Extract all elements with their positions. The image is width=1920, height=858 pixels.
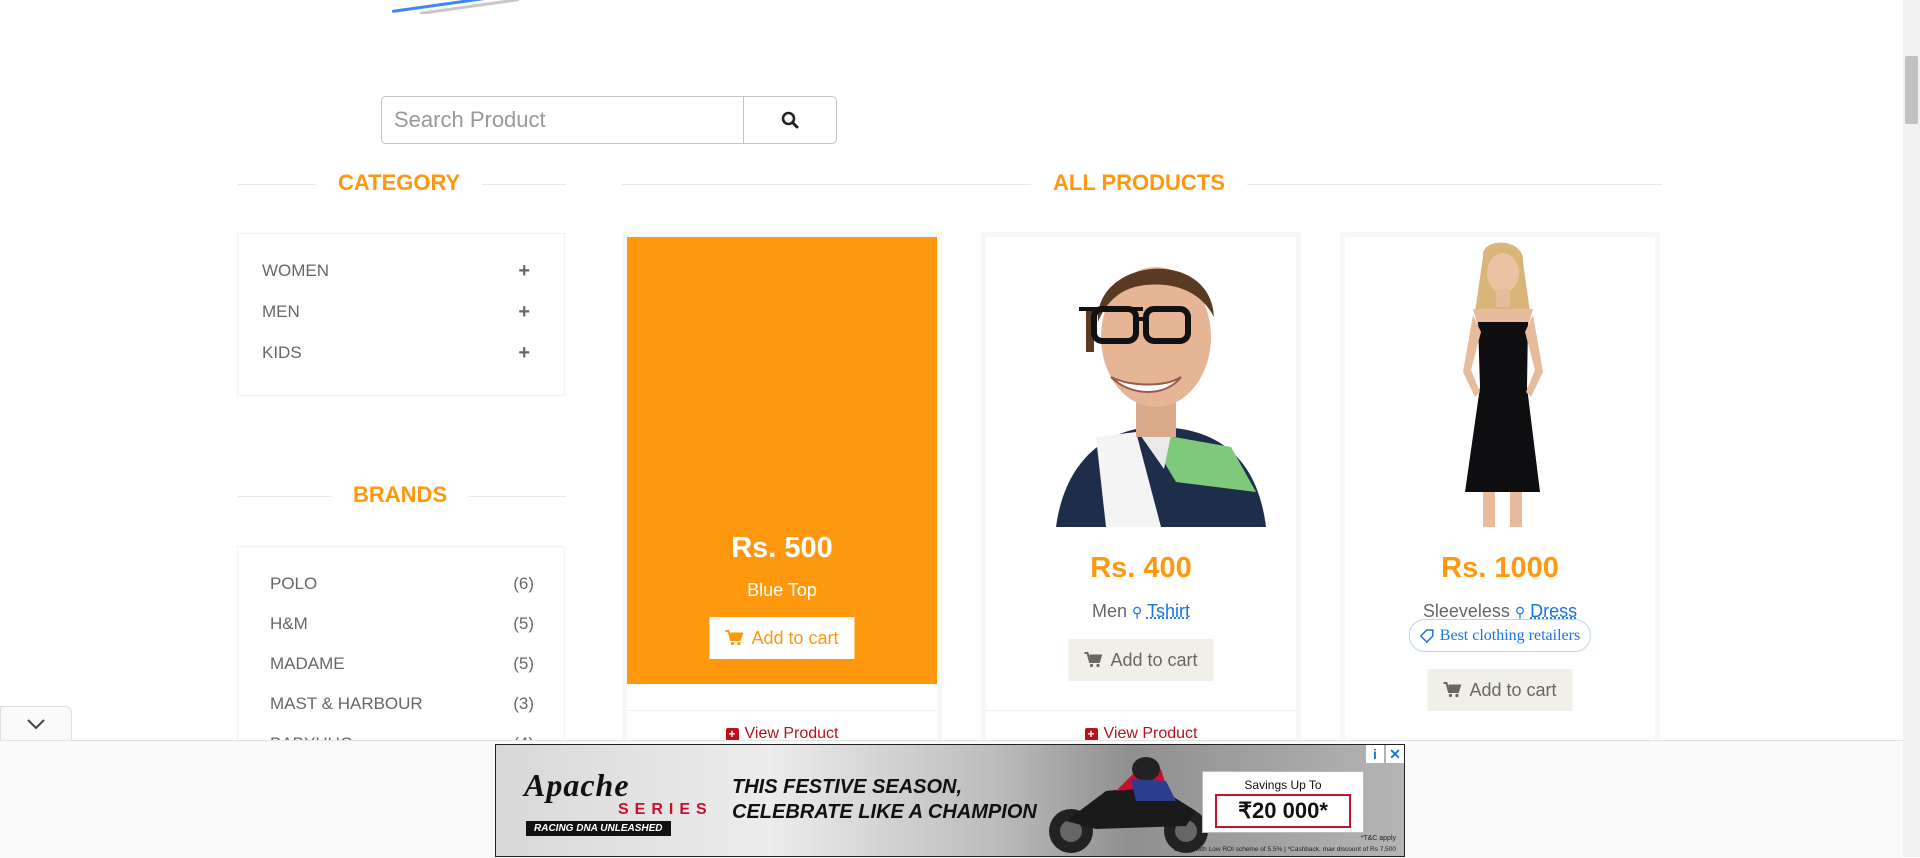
chevron-down-icon [26, 718, 46, 730]
category-item-kids[interactable]: KIDS + [262, 341, 530, 365]
products-title: ALL PRODUCTS [1031, 170, 1247, 196]
product-name-prefix: Sleeveless [1423, 601, 1510, 621]
category-item-women[interactable]: WOMEN + [262, 259, 530, 283]
ad-savings-box: Savings Up To ₹20 000* [1202, 771, 1364, 833]
ad-headline: THIS FESTIVE SEASON, CELEBRATE LIKE A CH… [732, 775, 1037, 825]
retailer-label: Best clothing retailers [1440, 627, 1580, 645]
product-price: Rs. 400 [986, 552, 1296, 585]
plus-square-icon: + [1085, 728, 1098, 741]
motorcycle-image [1036, 751, 1226, 855]
search-input[interactable]: Search Product [381, 96, 743, 144]
ad-tagline: RACING DNA UNLEASHED [526, 821, 671, 836]
product-card-blue-top: Rs. 500 Blue Top Add to cart + View Prod… [622, 232, 942, 752]
brand-name[interactable]: MADAME [270, 654, 345, 674]
category-panel: WOMEN + MEN + KIDS + [237, 233, 565, 396]
ad-headline-line-1: THIS FESTIVE SEASON, [732, 775, 1037, 800]
brand-item-hm[interactable]: H&M (5) [270, 612, 534, 636]
ad-brand: Apache [524, 767, 630, 804]
scrollbar-thumb[interactable] [1905, 56, 1918, 124]
ad-terms: *T&C apply [1361, 835, 1396, 842]
tag-icon [1420, 629, 1434, 643]
ad-series: SERIES [618, 801, 713, 819]
product-name: Blue Top [627, 580, 937, 601]
search-button[interactable] [743, 96, 837, 144]
product-price: Rs. 500 [627, 532, 937, 565]
product-image [986, 237, 1296, 527]
plus-square-icon: + [726, 728, 739, 741]
retailer-chip[interactable]: Best clothing retailers [1409, 619, 1591, 652]
plus-icon[interactable]: + [518, 301, 530, 324]
ad-collapse-toggle[interactable] [0, 706, 72, 741]
brand-count: (6) [513, 574, 534, 594]
ad-headline-line-2: CELEBRATE LIKE A CHAMPION [732, 800, 1037, 825]
ad-savings-value: ₹20 000* [1215, 794, 1351, 828]
brands-panel: POLO (6) H&M (5) MADAME (5) MAST & HARBO… [237, 546, 565, 746]
brand-item-madame[interactable]: MADAME (5) [270, 652, 534, 676]
product-card-sleeveless-dress: Rs. 1000 Sleeveless ⚲ Dress Best clothin… [1340, 232, 1660, 752]
category-label: WOMEN [262, 261, 329, 281]
magnifier-icon: ⚲ [1132, 604, 1142, 620]
add-to-cart-label: Add to cart [1110, 650, 1197, 671]
cart-icon [725, 630, 743, 646]
add-to-cart-button[interactable]: Add to cart [1068, 639, 1213, 681]
brand-count: (3) [513, 694, 534, 714]
product-price: Rs. 1000 [1345, 552, 1655, 585]
plus-icon[interactable]: + [518, 260, 530, 283]
search-icon [781, 111, 799, 129]
product-name-prefix: Men [1092, 601, 1127, 621]
brand-name[interactable]: H&M [270, 614, 308, 634]
plus-icon[interactable]: + [518, 342, 530, 365]
brand-name[interactable]: MAST & HARBOUR [270, 694, 423, 714]
product-card-men-tshirt: Rs. 400 Men ⚲ Tshirt Add to cart + View … [981, 232, 1301, 752]
add-to-cart-label: Add to cart [751, 628, 838, 649]
brands-title: BRANDS [331, 482, 469, 508]
magnifier-icon: ⚲ [1515, 604, 1525, 620]
cart-icon [1084, 652, 1102, 668]
ad-savings-label: Savings Up To [1203, 778, 1363, 792]
product-name: Men ⚲ Tshirt [986, 601, 1296, 622]
category-label: KIDS [262, 343, 302, 363]
brand-count: (5) [513, 614, 534, 634]
ad-fine-print: Saving with Low ROI scheme of 5.5% | *Ca… [1174, 846, 1396, 853]
logo-fragment [390, 0, 520, 14]
page-scrollbar[interactable] [1903, 0, 1920, 857]
brand-name[interactable]: POLO [270, 574, 317, 594]
brand-item-polo[interactable]: POLO (6) [270, 572, 534, 596]
category-title: CATEGORY [316, 170, 482, 196]
banner-ad[interactable]: Apache SERIES RACING DNA UNLEASHED THIS … [495, 744, 1405, 857]
cart-icon [1443, 682, 1461, 698]
add-to-cart-button[interactable]: Add to cart [709, 617, 854, 659]
ad-controls: i ✕ [1366, 745, 1404, 763]
add-to-cart-label: Add to cart [1469, 680, 1556, 701]
close-icon[interactable]: ✕ [1386, 745, 1404, 763]
brand-item-mast-harbour[interactable]: MAST & HARBOUR (3) [270, 692, 534, 716]
adchoices-info-icon[interactable]: i [1366, 745, 1384, 763]
add-to-cart-button[interactable]: Add to cart [1427, 669, 1572, 711]
search-bar: Search Product [381, 96, 837, 144]
man-portrait-image [986, 237, 1296, 527]
brand-count: (5) [513, 654, 534, 674]
product-keyword-link[interactable]: Dress [1530, 601, 1577, 621]
category-item-men[interactable]: MEN + [262, 300, 530, 324]
product-image [1345, 237, 1655, 527]
woman-in-dress-image [1345, 237, 1655, 527]
category-label: MEN [262, 302, 300, 322]
product-hover-overlay: Rs. 500 Blue Top Add to cart [627, 237, 937, 684]
product-keyword-link[interactable]: Tshirt [1147, 601, 1190, 621]
